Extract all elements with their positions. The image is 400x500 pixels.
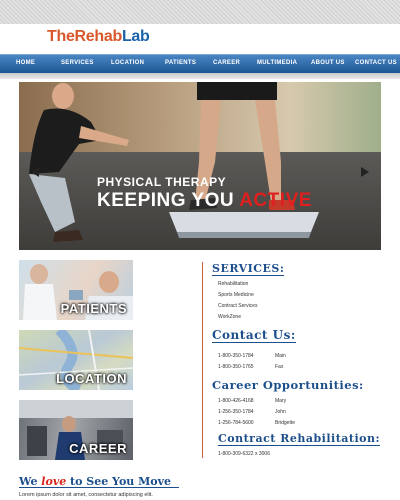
patients-tile-label: PATIENTS — [60, 301, 127, 316]
contact-phone: 1-800-350-1784 — [218, 353, 254, 359]
main-nav: HOME SERVICES LOCATION PATIENTS CAREER M… — [0, 54, 400, 74]
contact-label: Fax — [275, 364, 284, 370]
top-pattern-strip — [0, 0, 400, 24]
nav-home[interactable]: HOME — [16, 60, 35, 66]
location-tile-label: LOCATION — [56, 371, 127, 386]
contact-phone: 1-800-350-1765 — [218, 364, 254, 370]
career-contact-name: Mary — [275, 398, 287, 404]
service-item[interactable]: Contract Services — [218, 303, 257, 309]
welcome-underline — [19, 487, 179, 488]
service-item[interactable]: Sports Medicine — [218, 292, 254, 298]
career-phone: 1-800-426-4168 — [218, 398, 254, 404]
hero-line-2-main: KEEPING YOU — [97, 190, 240, 211]
contact-label: Main — [275, 353, 286, 359]
logo-part-2: Lab — [121, 28, 150, 45]
column-divider — [202, 262, 203, 458]
career-tile-label: CAREER — [69, 441, 127, 456]
career-phone: 1-256-784-5600 — [218, 420, 254, 426]
service-item[interactable]: WorkZone — [218, 314, 241, 320]
nav-career[interactable]: CAREER — [213, 60, 240, 66]
contract-phone: 1-800-309-6322 x 3006 — [218, 451, 270, 457]
contact-heading: Contact Us: — [212, 328, 296, 343]
slider-next-arrow-icon[interactable] — [361, 167, 369, 177]
logo-part-1: TheRehab — [47, 28, 122, 45]
career-tile[interactable]: CAREER — [19, 400, 133, 460]
site-logo[interactable]: TheRehabLab — [47, 28, 150, 46]
career-heading: Career Opportunities: — [212, 378, 364, 392]
nav-services[interactable]: SERVICES — [61, 60, 94, 66]
welcome-body-text: Lorem ipsum dolor sit amet, consectetur … — [19, 492, 153, 498]
nav-multimedia[interactable]: MULTIMEDIA — [257, 60, 297, 66]
hero-line-2: KEEPING YOU ACTIVE — [97, 190, 312, 212]
career-phone: 1-256-350-1784 — [218, 409, 254, 415]
hero-photo-illustration — [29, 82, 319, 242]
location-tile[interactable]: LOCATION — [19, 330, 133, 390]
contract-heading: Contract Rehabilitation: — [218, 432, 381, 446]
hero-line-1: PHYSICAL THERAPY — [97, 175, 227, 189]
nav-location[interactable]: LOCATION — [111, 60, 144, 66]
service-item[interactable]: Rehabilitation — [218, 281, 248, 287]
services-heading: SERVICES: — [212, 262, 285, 276]
hero-line-2-accent: ACTIVE — [239, 190, 312, 211]
hero-slider: PHYSICAL THERAPY KEEPING YOU ACTIVE — [19, 82, 381, 250]
patients-tile[interactable]: PATIENTS — [19, 260, 133, 320]
nav-contact-us[interactable]: CONTACT US — [355, 60, 397, 66]
nav-about-us[interactable]: ABOUT US — [311, 60, 345, 66]
slider-prev-arrow-icon[interactable] — [31, 167, 39, 177]
career-contact-name: Bridgette — [275, 420, 296, 426]
nav-patients[interactable]: PATIENTS — [165, 60, 196, 66]
career-contact-name: John — [275, 409, 286, 415]
header: TheRehabLab — [0, 24, 400, 54]
